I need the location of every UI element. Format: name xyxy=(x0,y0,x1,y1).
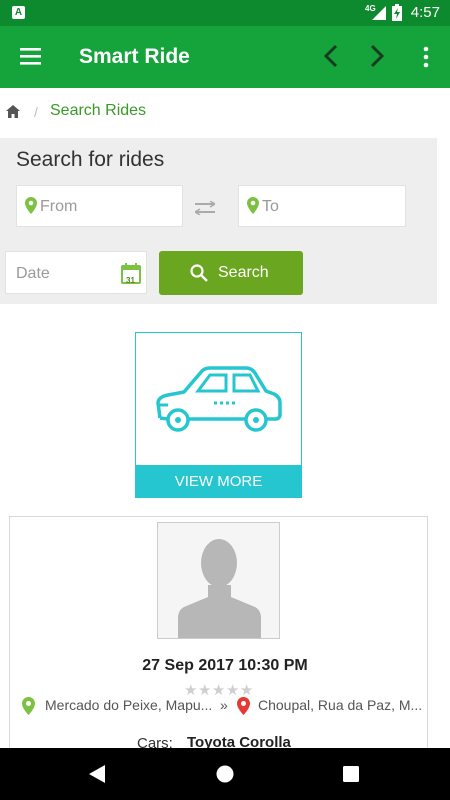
search-heading: Search for rides xyxy=(16,148,165,171)
ride-datetime: 27 Sep 2017 10:30 PM xyxy=(142,657,308,674)
location-pin-icon xyxy=(247,197,259,214)
to-placeholder: To xyxy=(262,198,279,215)
menu-icon[interactable] xyxy=(20,48,41,65)
swap-icon[interactable] xyxy=(195,201,215,215)
search-icon xyxy=(190,264,208,282)
signal-icon xyxy=(372,6,386,20)
clock: 4:57 xyxy=(410,4,440,21)
origin-pin-icon xyxy=(22,697,35,715)
date-field[interactable]: Date 31 xyxy=(5,251,147,294)
ride-origin: Mercado do Peixe, Mapu... xyxy=(45,697,213,713)
system-nav-bar xyxy=(0,748,450,800)
app-bar: Smart Ride xyxy=(0,26,450,88)
from-field[interactable]: From xyxy=(16,185,183,227)
location-pin-icon xyxy=(25,197,37,214)
chevron-left-icon[interactable] xyxy=(322,43,340,69)
date-placeholder: Date xyxy=(16,265,50,282)
breadcrumb: / Search Rides xyxy=(0,88,450,138)
car-icon xyxy=(156,366,282,432)
battery-charging-icon xyxy=(392,4,402,21)
view-more-button[interactable]: VIEW MORE xyxy=(135,465,302,498)
back-icon[interactable] xyxy=(89,765,105,783)
destination-pin-icon xyxy=(237,697,250,715)
from-placeholder: From xyxy=(40,198,78,215)
chevron-right-icon[interactable] xyxy=(368,43,386,69)
status-bar: A 4G 4:57 xyxy=(0,0,450,26)
home-icon[interactable] xyxy=(6,105,20,118)
breadcrumb-current[interactable]: Search Rides xyxy=(50,102,146,120)
breadcrumb-separator: / xyxy=(34,104,38,120)
person-silhouette-icon xyxy=(178,539,261,638)
search-button-label: Search xyxy=(218,264,269,281)
calendar-day: 31 xyxy=(126,276,135,285)
avatar xyxy=(157,522,280,639)
route-arrow: » xyxy=(220,697,228,713)
search-button[interactable]: Search xyxy=(159,251,303,295)
more-vert-icon[interactable] xyxy=(422,46,430,68)
app-title: Smart Ride xyxy=(79,45,190,68)
ride-destination: Choupal, Rua da Paz, M... xyxy=(258,697,423,713)
to-field[interactable]: To xyxy=(238,185,406,227)
app-notification-icon: A xyxy=(12,6,25,19)
home-nav-icon[interactable] xyxy=(216,765,234,783)
recents-icon[interactable] xyxy=(343,766,359,782)
